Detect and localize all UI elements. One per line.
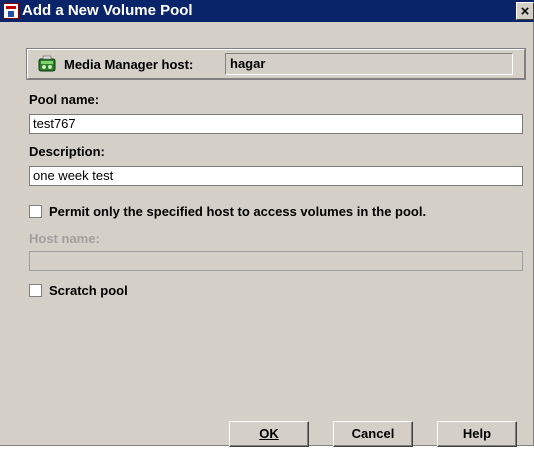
media-manager-host-icon: [38, 55, 56, 72]
description-input[interactable]: one week test: [29, 166, 523, 186]
ok-button-label: OK: [259, 426, 279, 441]
host-name-input: [29, 251, 523, 271]
pool-name-label: Pool name:: [29, 92, 100, 107]
permit-host-label[interactable]: Permit only the specified host to access…: [49, 204, 426, 219]
media-manager-host-panel: Media Manager host: hagar: [26, 48, 526, 80]
scratch-pool-checkbox[interactable]: [29, 284, 42, 297]
window-title: Add a New Volume Pool: [22, 2, 193, 19]
ok-button[interactable]: OK: [229, 421, 309, 447]
pool-name-input[interactable]: test767: [29, 114, 523, 134]
host-name-label: Host name:: [29, 231, 100, 246]
media-manager-host-value: hagar: [225, 53, 513, 75]
help-button[interactable]: Help: [437, 421, 517, 447]
permit-host-checkbox[interactable]: [29, 205, 42, 218]
cancel-button[interactable]: Cancel: [333, 421, 413, 447]
media-manager-host-label: Media Manager host:: [64, 57, 194, 72]
close-button[interactable]: ×: [516, 2, 534, 20]
volume-pool-icon: [3, 3, 19, 19]
scratch-pool-label[interactable]: Scratch pool: [49, 283, 128, 298]
cancel-button-label: Cancel: [351, 426, 395, 441]
add-volume-pool-dialog: Add a New Volume Pool × Media Manager ho…: [0, 0, 534, 447]
title-bar[interactable]: Add a New Volume Pool ×: [0, 0, 534, 22]
help-button-label: Help: [462, 426, 492, 441]
description-label: Description:: [29, 144, 105, 159]
